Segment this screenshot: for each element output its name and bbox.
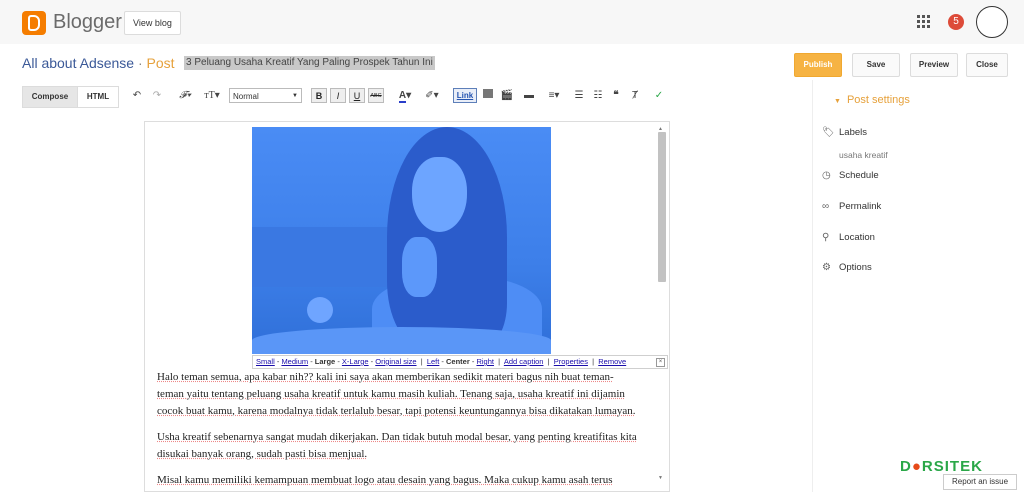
image-icon[interactable] — [481, 88, 495, 104]
save-button[interactable]: Save — [852, 53, 900, 77]
properties-link[interactable]: Properties — [554, 357, 588, 366]
size-original-link[interactable]: Original size — [375, 357, 416, 366]
close-button[interactable]: Close — [966, 53, 1008, 77]
paragraph-2[interactable]: Usha kreatif sebenarnya sangat mudah dik… — [157, 429, 662, 463]
tab-compose[interactable]: Compose — [22, 86, 78, 108]
format-select-value: Normal — [233, 92, 259, 101]
align-right-link[interactable]: Right — [476, 357, 494, 366]
tab-html[interactable]: HTML — [77, 86, 119, 108]
post-settings-sidebar — [812, 80, 1024, 492]
alignment-icon[interactable]: ≡▾ — [543, 88, 565, 104]
scrollbar-thumb[interactable] — [658, 132, 666, 282]
sidebar-item-schedule[interactable]: ◷ Schedule — [822, 170, 879, 181]
bullet-list-icon[interactable]: ☷ — [591, 88, 605, 104]
text-line: Usha kreatif sebenarnya sangat mudah dik… — [157, 431, 637, 443]
post-settings-heading[interactable]: ▼ Post settings — [834, 94, 910, 106]
video-icon[interactable]: 🎬 — [500, 88, 514, 104]
sidebar-item-options[interactable]: ⚙ Options — [822, 262, 872, 273]
sidebar-item-permalink[interactable]: ∞ Permalink — [822, 201, 881, 212]
format-select[interactable]: Normal ▼ — [229, 88, 302, 103]
strikethrough-button[interactable]: ABC — [368, 88, 384, 103]
image-size-toolbar: Small - Medium - Large - X-Large - Origi… — [252, 355, 668, 369]
link-button[interactable]: Link — [453, 88, 477, 103]
breadcrumb-post: Post — [146, 55, 175, 71]
publish-button[interactable]: Publish — [794, 53, 842, 77]
post-settings-label: Post settings — [846, 94, 910, 106]
selected-image[interactable] — [252, 127, 551, 354]
add-caption-link[interactable]: Add caption — [504, 357, 544, 366]
label-tag-icon: 🏷 — [822, 127, 835, 138]
text-line: Halo teman semua, apa kabar nih?? kali i… — [157, 371, 614, 383]
breadcrumb-separator: · — [137, 55, 143, 71]
redo-icon[interactable]: ↷ — [150, 88, 164, 104]
report-issue-button[interactable]: Report an issue — [943, 474, 1017, 490]
remove-link[interactable]: Remove — [598, 357, 626, 366]
italic-button[interactable]: I — [330, 88, 346, 103]
caret-down-icon: ▼ — [834, 98, 841, 105]
size-medium-link[interactable]: Medium — [281, 357, 308, 366]
location-pin-icon: ⚲ — [822, 232, 830, 243]
schedule-text: Schedule — [839, 170, 879, 181]
clock-icon: ◷ — [822, 170, 831, 181]
watermark-dot-icon: ● — [911, 458, 922, 475]
numbered-list-icon[interactable]: ☰ — [572, 88, 586, 104]
jump-break-icon[interactable]: ▬ — [522, 88, 536, 104]
sidebar-item-location[interactable]: ⚲ Location — [822, 232, 875, 243]
gear-icon: ⚙ — [822, 262, 831, 273]
watermark-logo: D●RSITEK — [900, 458, 983, 475]
view-blog-button[interactable]: View blog — [124, 11, 181, 35]
quote-icon[interactable]: ❝ — [609, 88, 623, 104]
options-text: Options — [839, 262, 872, 273]
font-size-icon[interactable]: ᴛT▾ — [200, 88, 224, 104]
brand-name[interactable]: Blogger — [53, 11, 122, 34]
post-title-input[interactable]: 3 Peluang Usaha Kreatif Yang Paling Pros… — [184, 56, 435, 70]
apps-grid-icon[interactable] — [917, 15, 930, 28]
labels-value: usaha kreatif — [839, 150, 888, 160]
text-line: disukai banyak orang, sudah pasti bisa m… — [157, 448, 368, 460]
size-small-link[interactable]: Small — [256, 357, 275, 366]
highlight-color-icon[interactable]: ✐▾ — [421, 88, 443, 104]
location-text: Location — [839, 232, 875, 243]
underline-button[interactable]: U — [349, 88, 365, 103]
avatar[interactable] — [976, 6, 1008, 38]
chevron-down-icon: ▼ — [292, 93, 298, 99]
spellcheck-icon[interactable]: ✓ — [652, 88, 666, 104]
editor-scrollbar[interactable]: ▲ ▼ — [655, 126, 667, 481]
watermark-text-a: D — [900, 458, 912, 475]
blog-name-link[interactable]: All about Adsense — [22, 55, 134, 71]
link-chain-icon: ∞ — [822, 201, 830, 212]
font-family-icon[interactable]: 𝓕▾ — [174, 88, 196, 104]
align-left-link[interactable]: Left — [427, 357, 440, 366]
text-color-icon[interactable]: A▾ — [394, 88, 416, 104]
preview-button[interactable]: Preview — [910, 53, 958, 77]
text-line: cocok buat kamu, karena modalnya tidak t… — [157, 405, 636, 417]
bold-button[interactable]: B — [311, 88, 327, 103]
paragraph-1[interactable]: Halo teman semua, apa kabar nih?? kali i… — [157, 369, 662, 420]
breadcrumb: All about Adsense · Post — [22, 55, 175, 71]
undo-icon[interactable]: ↶ — [130, 88, 144, 104]
permalink-text: Permalink — [839, 201, 882, 212]
labels-text: Labels — [839, 127, 867, 138]
close-icon[interactable]: × — [656, 358, 665, 367]
blogger-logo-icon[interactable] — [22, 11, 46, 35]
paragraph-3[interactable]: Misal kamu memiliki kemampuan membuat lo… — [157, 472, 662, 489]
watermark-text-b: RSITEK — [921, 458, 983, 475]
text-line: teman yaitu tentang peluang usaha kreati… — [157, 388, 625, 400]
sidebar-item-labels[interactable]: 🏷 Labels — [822, 127, 867, 138]
text-line: Misal kamu memiliki kemampuan membuat lo… — [157, 474, 613, 486]
size-xlarge-link[interactable]: X-Large — [342, 357, 369, 366]
top-bar: Blogger View blog 5 — [0, 0, 1024, 44]
editor-toolbar: Compose HTML ↶ ↷ 𝓕▾ ᴛT▾ Normal ▼ B I U A… — [0, 86, 812, 108]
notification-badge[interactable]: 5 — [948, 14, 964, 30]
size-large-current[interactable]: Large — [315, 357, 335, 366]
clear-format-icon[interactable]: Ⱦ — [628, 88, 642, 104]
align-center-current[interactable]: Center — [446, 357, 470, 366]
